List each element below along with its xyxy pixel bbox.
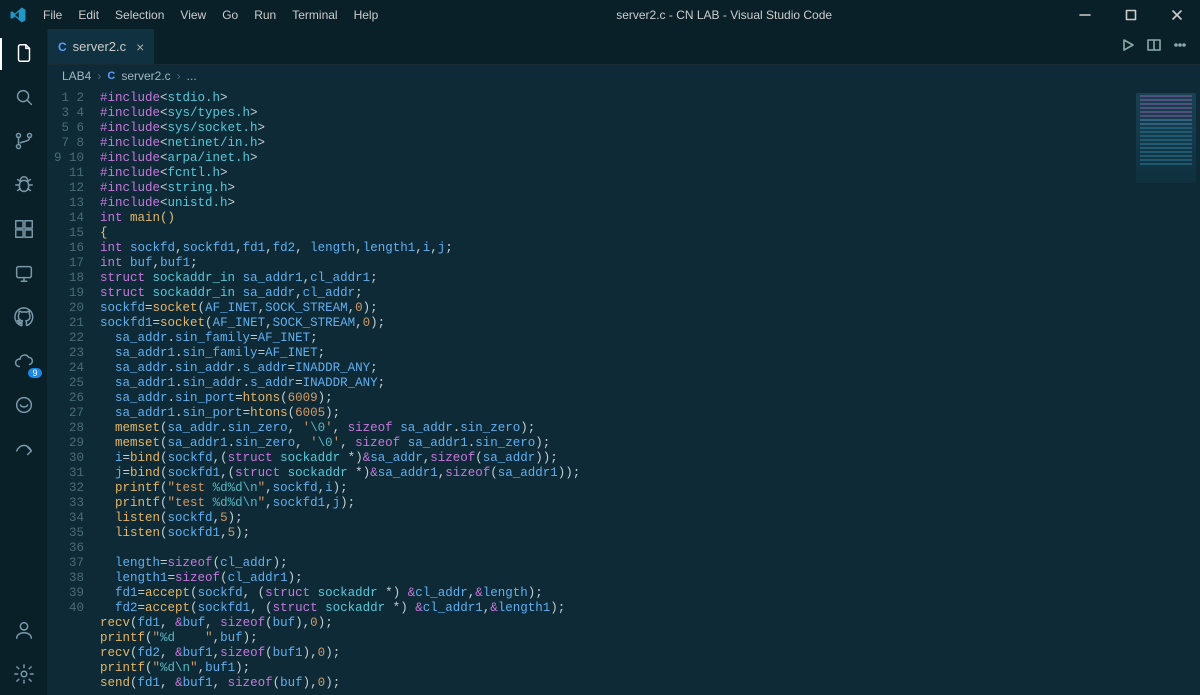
vscode-logo-icon xyxy=(0,6,35,24)
line-number-gutter: 1 2 3 4 5 6 7 8 9 10 11 12 13 14 15 16 1… xyxy=(48,87,94,695)
titlebar: File Edit Selection View Go Run Terminal… xyxy=(0,0,1200,30)
activity-cloud[interactable]: 9 xyxy=(0,342,48,382)
menu-help[interactable]: Help xyxy=(346,0,387,30)
editor-column: C server2.c × LAB4 › C server2.c › ... 1… xyxy=(48,30,1200,695)
menu-view[interactable]: View xyxy=(172,0,214,30)
window-controls xyxy=(1062,0,1200,30)
menu-selection[interactable]: Selection xyxy=(107,0,172,30)
menu-bar: File Edit Selection View Go Run Terminal… xyxy=(35,0,386,30)
activity-github[interactable] xyxy=(0,298,48,338)
activity-docker[interactable] xyxy=(0,386,48,426)
c-file-icon: C xyxy=(107,70,115,82)
search-icon xyxy=(13,86,35,111)
remote-icon xyxy=(13,262,35,287)
chevron-right-icon: › xyxy=(97,69,101,83)
run-icon[interactable] xyxy=(1120,37,1136,56)
more-icon[interactable] xyxy=(1172,37,1188,56)
code-area[interactable]: #include<stdio.h> #include<sys/types.h> … xyxy=(94,87,1120,695)
breadcrumb-folder[interactable]: LAB4 xyxy=(62,69,91,83)
share-icon xyxy=(13,438,35,463)
chevron-right-icon: › xyxy=(177,69,181,83)
activity-extensions[interactable] xyxy=(0,210,48,250)
account-icon xyxy=(13,619,35,644)
window-maximize-button[interactable] xyxy=(1108,0,1154,30)
activity-remote[interactable] xyxy=(0,254,48,294)
menu-edit[interactable]: Edit xyxy=(70,0,107,30)
breadcrumb[interactable]: LAB4 › C server2.c › ... xyxy=(48,65,1200,87)
branch-icon xyxy=(13,130,35,155)
github-icon xyxy=(13,306,35,331)
activity-cloud-badge: 9 xyxy=(28,368,41,378)
activity-run-debug[interactable] xyxy=(0,166,48,206)
activity-explorer[interactable] xyxy=(0,34,48,74)
menu-terminal[interactable]: Terminal xyxy=(284,0,345,30)
activity-bar: 9 xyxy=(0,30,48,695)
activity-source-control[interactable] xyxy=(0,122,48,162)
split-editor-icon[interactable] xyxy=(1146,37,1162,56)
activity-settings[interactable] xyxy=(0,655,48,695)
tab-close-icon[interactable]: × xyxy=(136,39,144,55)
files-icon xyxy=(13,42,35,67)
breadcrumb-file[interactable]: server2.c xyxy=(121,69,170,83)
editor-tabs: C server2.c × xyxy=(48,30,1200,65)
menu-go[interactable]: Go xyxy=(214,0,246,30)
c-file-icon: C xyxy=(58,40,67,54)
activity-accounts[interactable] xyxy=(0,611,48,651)
activity-live-share[interactable] xyxy=(0,430,48,470)
gear-icon xyxy=(13,663,35,688)
tab-label: server2.c xyxy=(73,39,126,54)
activity-search[interactable] xyxy=(0,78,48,118)
window-close-button[interactable] xyxy=(1154,0,1200,30)
breadcrumb-trail[interactable]: ... xyxy=(187,69,197,83)
bug-icon xyxy=(13,174,35,199)
editor-body: 1 2 3 4 5 6 7 8 9 10 11 12 13 14 15 16 1… xyxy=(48,87,1200,695)
container-icon xyxy=(13,394,35,419)
menu-run[interactable]: Run xyxy=(246,0,284,30)
menu-file[interactable]: File xyxy=(35,0,70,30)
window-minimize-button[interactable] xyxy=(1062,0,1108,30)
extensions-icon xyxy=(13,218,35,243)
window-title: server2.c - CN LAB - Visual Studio Code xyxy=(386,8,1062,22)
tab-server2c[interactable]: C server2.c × xyxy=(48,29,154,64)
minimap[interactable] xyxy=(1120,87,1200,695)
